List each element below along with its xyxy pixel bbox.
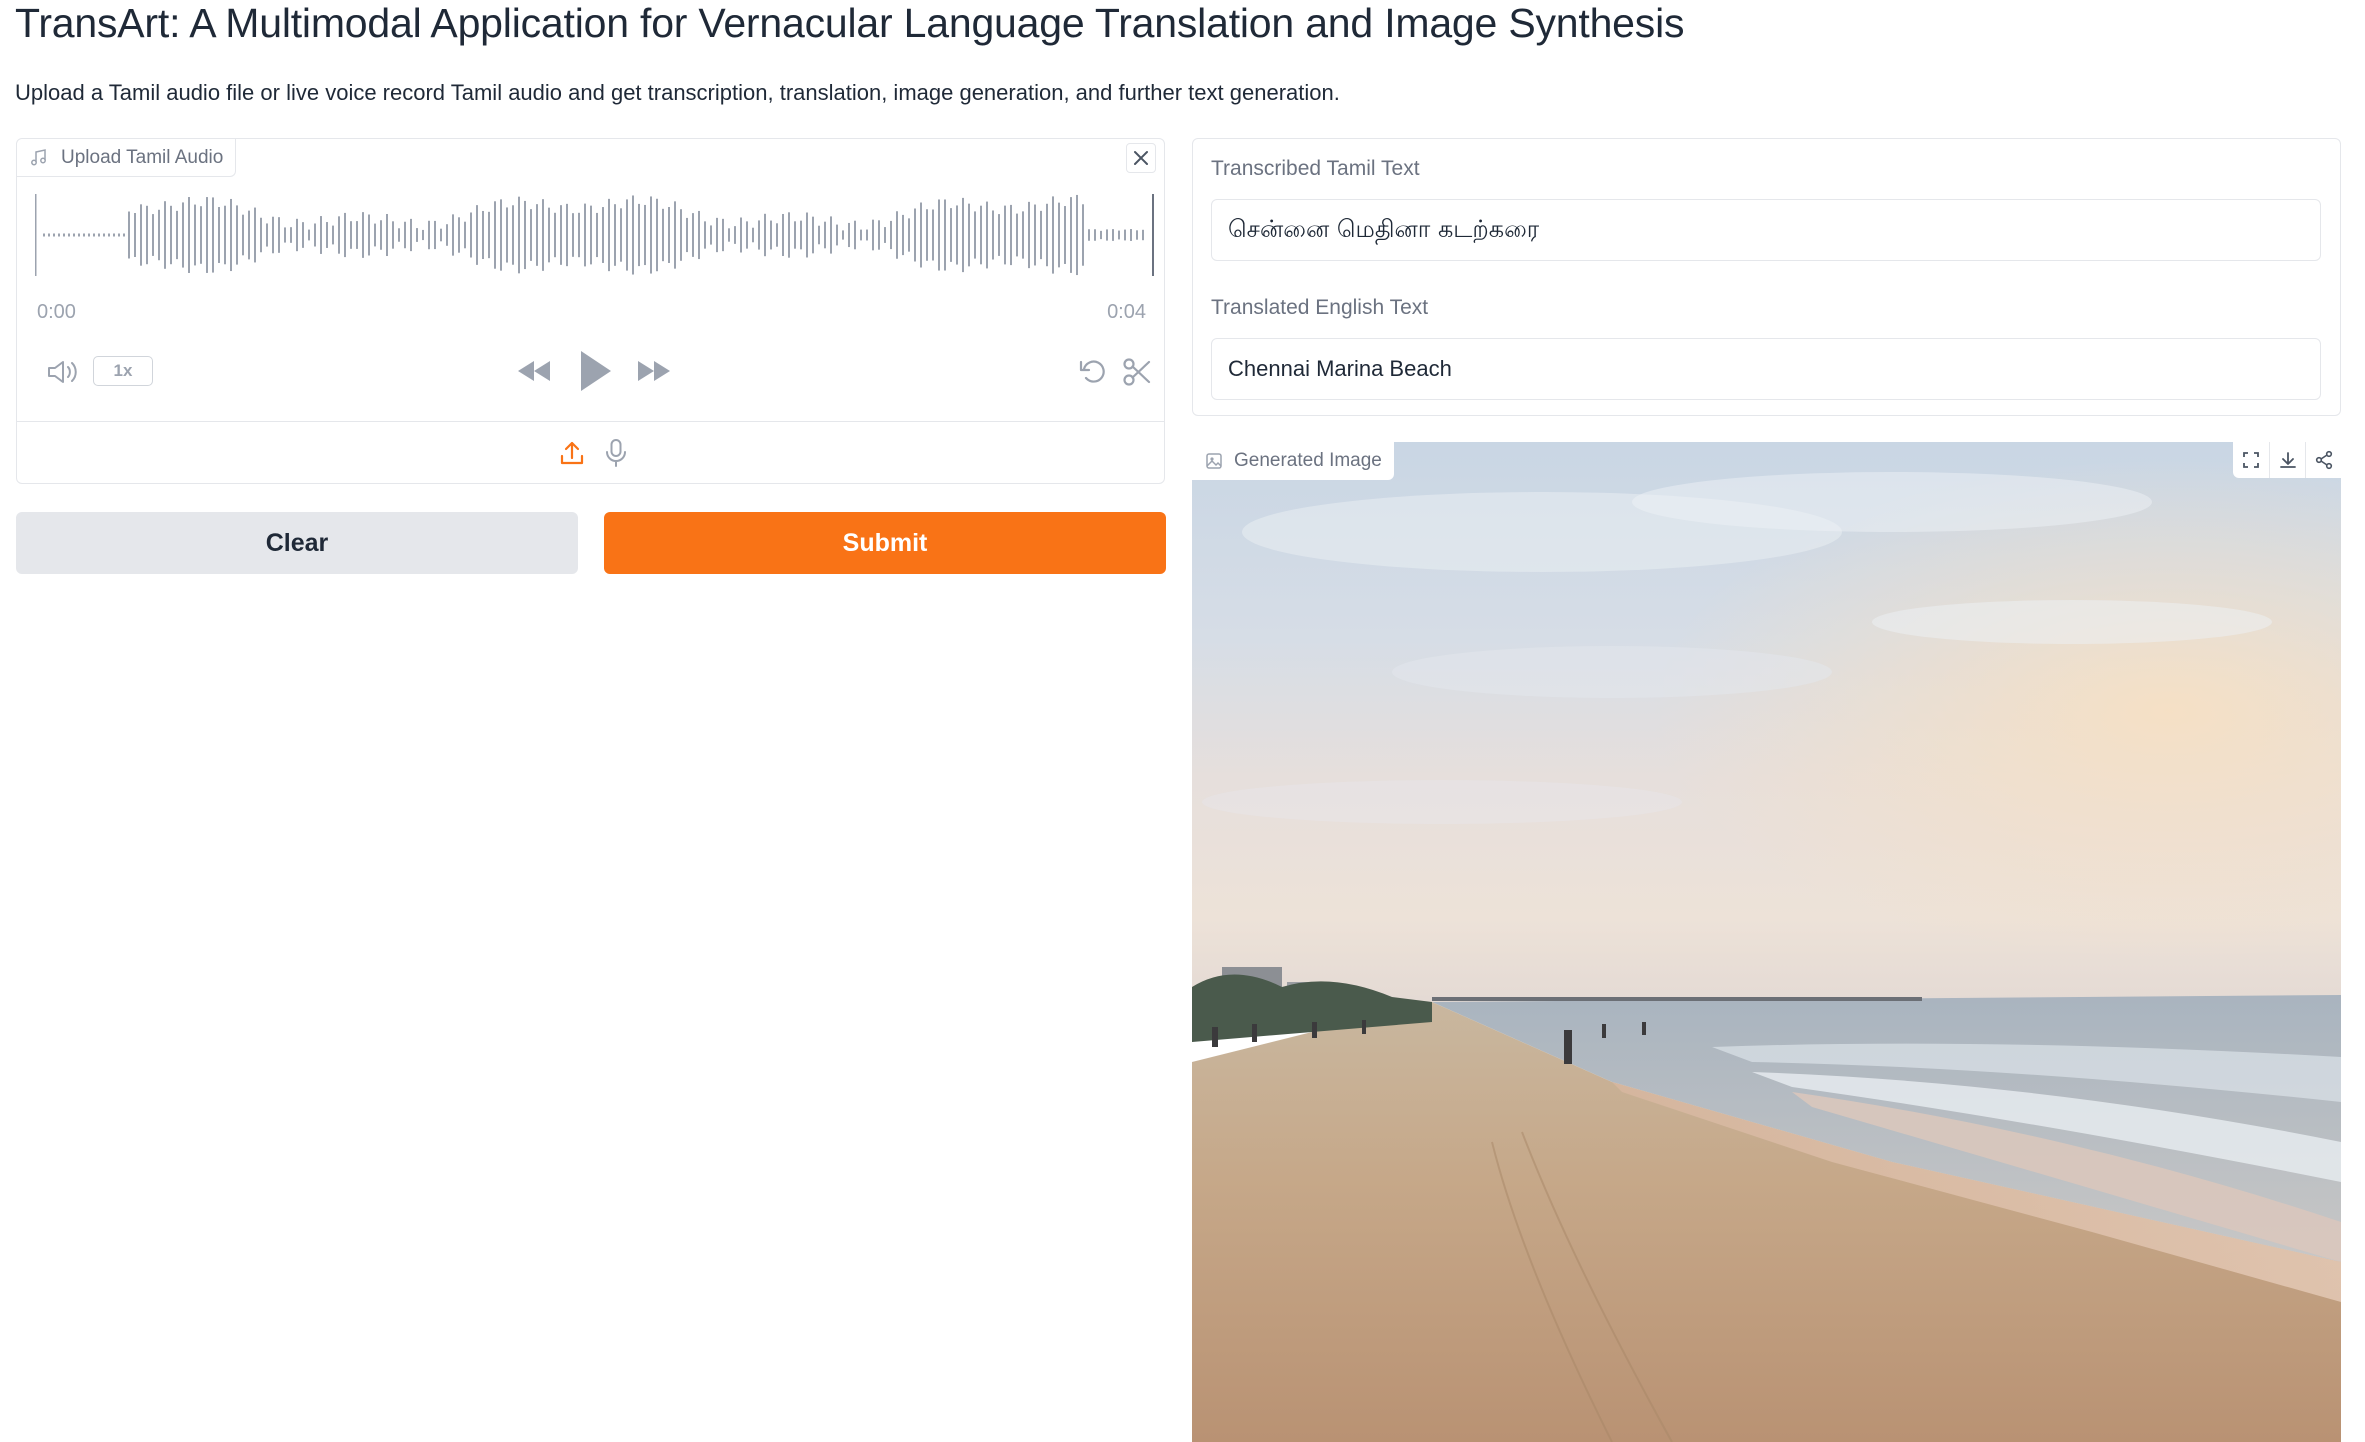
audio-panel-label: Upload Tamil Audio	[17, 139, 237, 177]
play-button[interactable]	[575, 347, 615, 395]
upload-source-button[interactable]	[555, 436, 589, 470]
upload-icon	[560, 441, 584, 465]
fullscreen-button[interactable]	[2233, 442, 2269, 478]
microphone-icon	[606, 439, 626, 467]
scissors-icon	[1123, 358, 1151, 386]
image-icon	[1206, 453, 1222, 469]
rewind-icon	[518, 361, 550, 381]
english-text-label: Translated English Text	[1211, 296, 1429, 319]
rewind-button[interactable]	[511, 353, 557, 389]
download-icon	[2279, 452, 2296, 468]
text-outputs-panel: Transcribed Tamil Text சென்னை மெதினா கடற…	[1192, 138, 2341, 416]
tamil-text-field[interactable]: சென்னை மெதினா கடற்கரை	[1211, 199, 2321, 261]
audio-source-selector	[17, 421, 1164, 483]
trim-button[interactable]	[1119, 355, 1155, 389]
playback-speed-button[interactable]: 1x	[93, 356, 153, 386]
time-start: 0:00	[37, 301, 76, 323]
share-icon	[2315, 450, 2332, 470]
clear-button[interactable]: Clear	[16, 512, 578, 574]
volume-icon	[48, 361, 77, 383]
close-icon	[1134, 151, 1148, 165]
page-description: Upload a Tamil audio file or live voice …	[15, 80, 1340, 105]
image-label-text: Generated Image	[1234, 450, 1382, 471]
share-button[interactable]	[2305, 442, 2341, 478]
undo-icon	[1079, 360, 1105, 383]
clear-audio-button[interactable]	[1126, 143, 1156, 173]
tamil-text-label: Transcribed Tamil Text	[1211, 157, 1420, 180]
fullscreen-icon	[2243, 452, 2259, 468]
download-button[interactable]	[2269, 442, 2305, 478]
generated-beach-image[interactable]	[1192, 442, 2341, 1442]
english-text-field[interactable]: Chennai Marina Beach	[1211, 338, 2321, 400]
audio-label-text: Upload Tamil Audio	[61, 146, 224, 168]
audio-waveform[interactable]	[35, 194, 1155, 276]
audio-upload-panel[interactable]: Upload Tamil Audio 0:00 0:04 1x	[16, 138, 1165, 484]
reset-button[interactable]	[1075, 355, 1111, 389]
forward-button[interactable]	[631, 353, 677, 389]
music-note-icon	[31, 149, 46, 166]
fast-forward-icon	[638, 361, 670, 381]
volume-button[interactable]	[43, 355, 83, 389]
time-end: 0:04	[1107, 301, 1146, 323]
play-icon	[581, 351, 611, 391]
generated-image-label: Generated Image	[1192, 442, 1394, 480]
microphone-source-button[interactable]	[599, 436, 633, 470]
submit-button[interactable]: Submit	[604, 512, 1166, 574]
generated-image-panel: Generated Image	[1192, 442, 2341, 1442]
page-title: TransArt: A Multimodal Application for V…	[15, 0, 1685, 46]
image-actions-toolbar	[2233, 442, 2341, 478]
